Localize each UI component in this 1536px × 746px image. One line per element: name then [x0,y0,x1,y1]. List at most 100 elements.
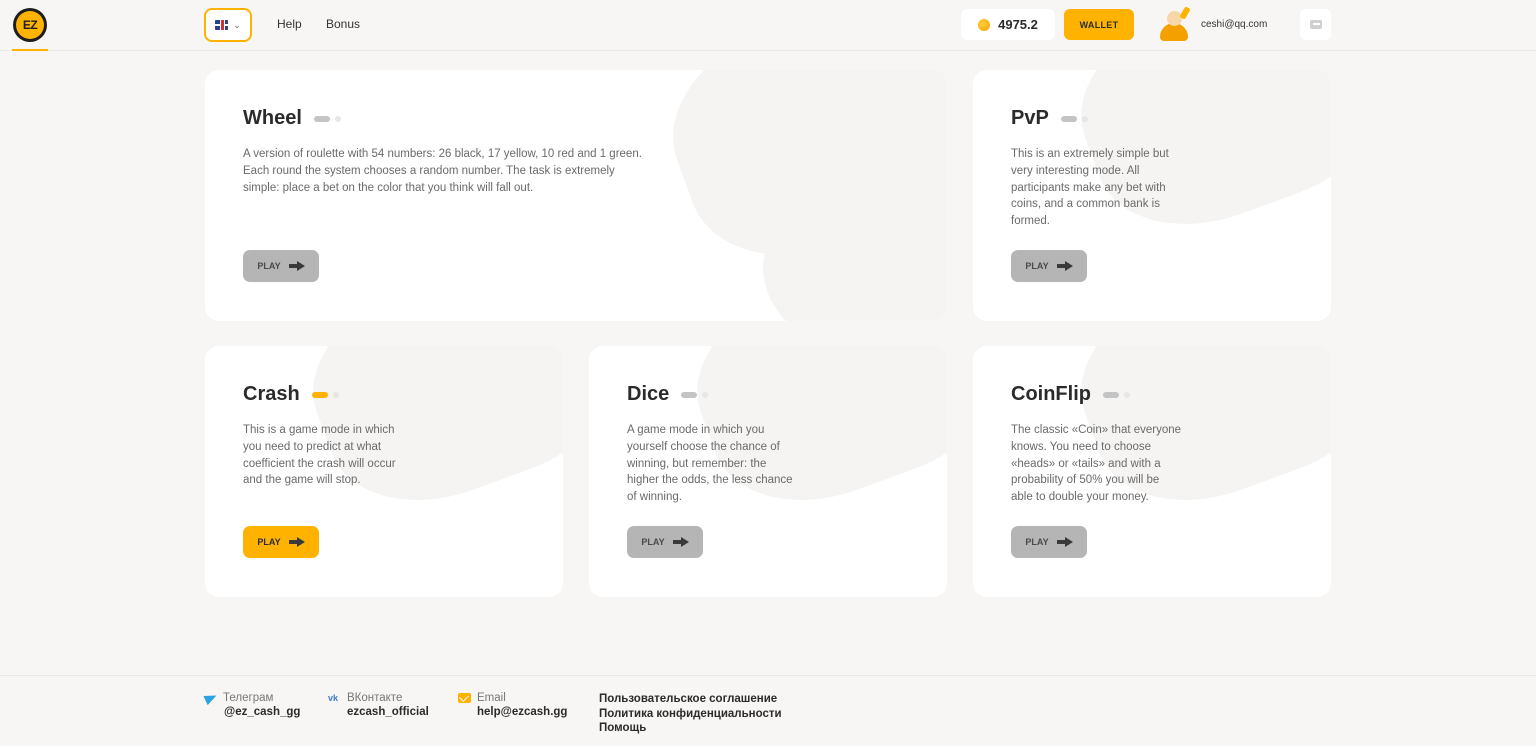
arrow-right-icon [1056,537,1073,547]
play-dice-button[interactable]: PLAY [627,526,703,558]
telegram-handle[interactable]: @ez_cash_gg [205,706,300,718]
telegram-icon [203,690,219,706]
contact-label-text: ВКонтакте [347,692,403,704]
pager-dots [681,391,709,398]
card-title: Crash [243,383,339,406]
footer: Телеграм @ez_cash_gg vk ВКонтакте ezcash… [0,675,1536,746]
footer-vk[interactable]: vk ВКонтакте ezcash_official [328,692,429,718]
game-title: CoinFlip [1011,383,1091,405]
logo-mark: EZ [16,11,44,39]
game-description: A game mode in which you yourself choose… [627,422,793,506]
description-line: able to double your money. [1011,491,1149,504]
footer-links: Пользовательское соглашение Политика кон… [599,692,782,736]
game-title: Dice [627,383,670,405]
logout-button[interactable] [1300,9,1331,40]
description-line: higher the odds, the less chance [627,474,793,487]
game-title: Crash [243,383,300,405]
play-label: PLAY [1025,261,1049,271]
footer-email[interactable]: Email help@ezcash.gg [458,692,567,718]
logout-icon [1309,20,1322,29]
description-line: simple: place a bet on the color that yo… [243,181,534,194]
arrow-right-icon [288,537,305,547]
description-line: A version of roulette with 54 numbers: 2… [243,148,642,160]
play-pvp-button[interactable]: PLAY [1011,250,1087,282]
user-email[interactable]: ceshi@qq.com [1201,19,1267,30]
ezcash-logo[interactable]: EZ [13,8,47,42]
contact-label-text: Телеграм [223,692,274,704]
footer-contact-label: vk ВКонтакте [328,692,429,704]
avatar-accent [1179,6,1191,20]
game-card-crash: Crash This is a game mode in which you n… [205,346,563,597]
email-address[interactable]: help@ezcash.gg [458,706,567,718]
game-card-dice: Dice A game mode in which you yourself c… [589,346,947,597]
description-line: you need to predict at what [243,440,382,453]
play-wheel-button[interactable]: PLAY [243,250,319,282]
game-description: This is a game mode in which you need to… [243,422,396,489]
description-line: knows. You need to choose [1011,440,1152,453]
language-selector[interactable]: ⌄ [204,8,252,42]
play-crash-button[interactable]: PLAY [243,526,319,558]
mail-icon [458,693,471,703]
description-line: «heads» or «tails» and with a [1011,457,1161,470]
game-description: This is an extremely simple but very int… [1011,146,1169,230]
card-title: CoinFlip [1011,383,1130,406]
avatar[interactable] [1160,6,1194,41]
contact-label-text: Email [477,692,506,704]
help-link[interactable]: Помощь [599,721,782,736]
pager-dots [311,391,339,398]
description-line: very interesting mode. All [1011,164,1140,177]
arrow-right-icon [288,261,305,271]
description-line: winning, but remember: the [627,457,767,470]
avatar-head [1167,11,1182,26]
description-line: of winning. [627,491,682,504]
description-line: A game mode in which you [627,424,765,436]
card-title: Wheel [243,107,341,130]
play-label: PLAY [257,537,281,547]
privacy-policy-link[interactable]: Политика конфиденциальности [599,707,782,722]
game-title: Wheel [243,107,302,129]
card-title: Dice [627,383,709,406]
footer-contact-label: Телеграм [203,690,300,706]
pager-dots [313,115,341,122]
nav-help-link[interactable]: Help [277,17,302,31]
description-line: coins, and a common bank is [1011,198,1160,211]
user-agreement-link[interactable]: Пользовательское соглашение [599,692,782,707]
vk-icon: vk [328,693,339,703]
description-line: Each round the system chooses a random n… [243,164,615,177]
description-line: formed. [1011,215,1050,228]
top-header: EZ ⌄ Help Bonus 4975.2 WALLET ceshi@qq.c… [0,0,1536,51]
arrow-right-icon [1056,261,1073,271]
game-description: The classic «Coin» that everyone knows. … [1011,422,1181,506]
game-card-coinflip: CoinFlip The classic «Coin» that everyon… [973,346,1331,597]
play-label: PLAY [1025,537,1049,547]
nav-bonus-link[interactable]: Bonus [326,17,360,31]
description-line: and the game will stop. [243,474,361,487]
balance-amount: 4975.2 [998,17,1038,32]
active-indicator [12,49,48,51]
balance-display: 4975.2 [961,9,1055,40]
play-label: PLAY [257,261,281,271]
description-line: The classic «Coin» that everyone [1011,424,1182,436]
pager-dots [1060,115,1088,122]
footer-telegram[interactable]: Телеграм @ez_cash_gg [203,690,300,718]
pager-dots [1102,391,1130,398]
game-description: A version of roulette with 54 numbers: 2… [243,146,642,196]
game-title: PvP [1011,107,1049,129]
uk-flag-icon [215,20,229,30]
description-line: This is a game mode in which [243,424,395,436]
description-line: participants make any bet with [1011,181,1166,194]
play-label: PLAY [641,537,665,547]
game-card-wheel: Wheel A version of roulette with 54 numb… [205,70,947,321]
description-line: This is an extremely simple but [1011,148,1169,160]
card-title: PvP [1011,107,1088,130]
footer-contact-label: Email [458,692,567,704]
game-card-pvp: PvP This is an extremely simple but very… [973,70,1331,321]
arrow-right-icon [672,537,689,547]
coin-icon [978,18,991,31]
vk-handle[interactable]: ezcash_official [328,706,429,718]
description-line: coefficient the crash will occur [243,457,396,470]
play-coinflip-button[interactable]: PLAY [1011,526,1087,558]
wallet-button[interactable]: WALLET [1064,9,1134,40]
chevron-down-icon: ⌄ [233,19,241,30]
description-line: yourself choose the chance of [627,440,780,453]
